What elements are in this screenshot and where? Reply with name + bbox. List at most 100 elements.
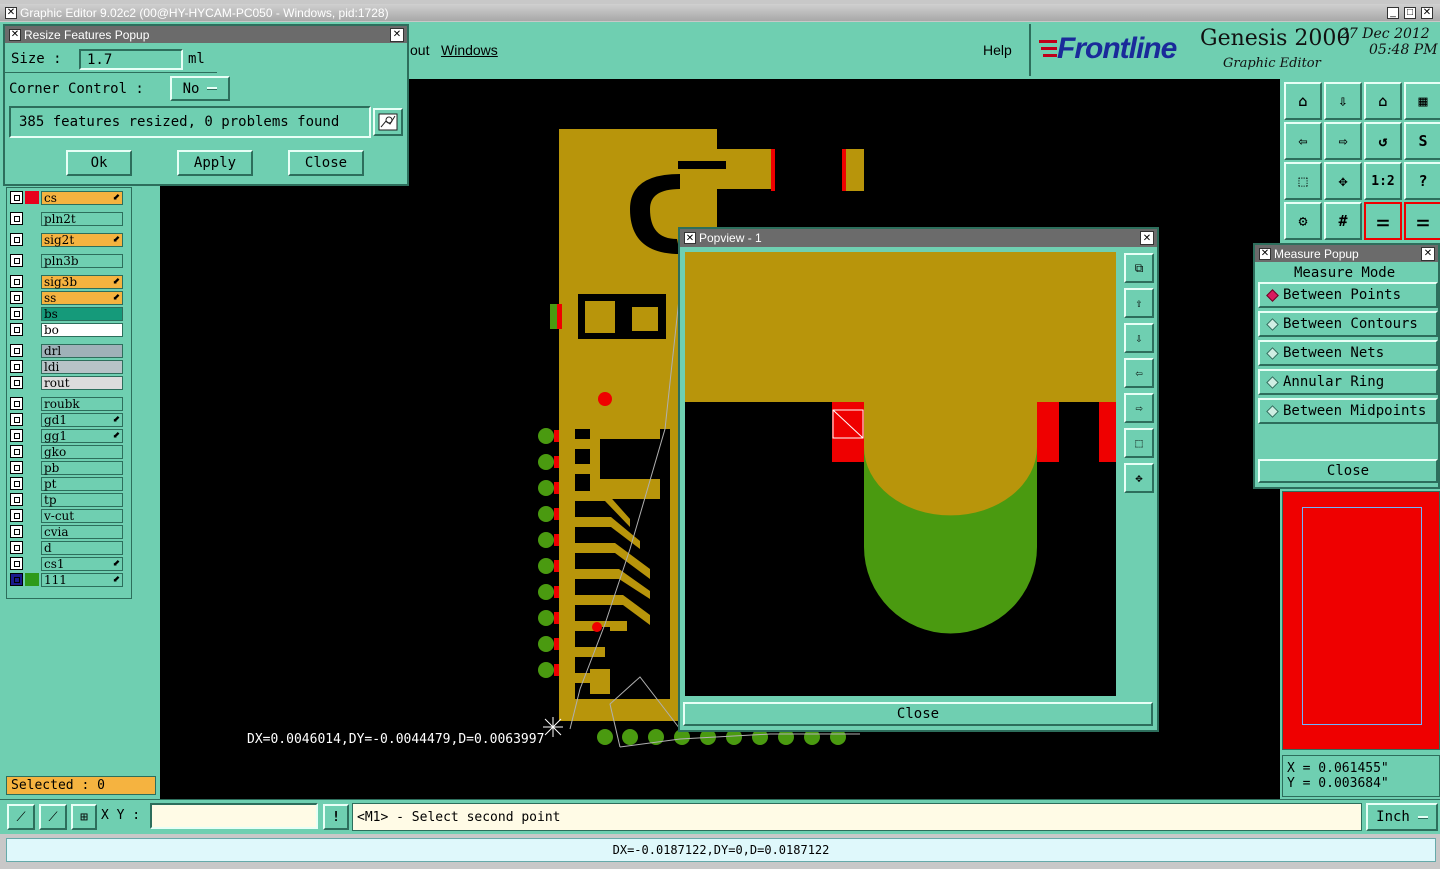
tools-icon[interactable]: ⚙ <box>1284 202 1322 240</box>
layer-color-swatch[interactable] <box>25 397 39 410</box>
measure-option-between-nets[interactable]: Between Nets <box>1258 340 1438 366</box>
layer-row-ldi[interactable]: ldi <box>10 359 128 374</box>
corner-control-select[interactable]: No <box>170 76 230 101</box>
close-button[interactable]: Close <box>288 150 364 176</box>
measure-close-button[interactable]: Close <box>1258 459 1438 483</box>
apply-button[interactable]: Apply <box>177 150 253 176</box>
layer-row-v-cut[interactable]: v-cut <box>10 508 128 523</box>
layer-checkbox[interactable] <box>10 212 23 225</box>
popview-zoom-icon[interactable]: ⧉ <box>1124 253 1154 283</box>
xy-input[interactable] <box>150 803 318 829</box>
popview-up-icon[interactable]: ⇧ <box>1124 288 1154 318</box>
layer-checkbox[interactable] <box>10 291 23 304</box>
layer-name[interactable]: rout <box>41 375 123 390</box>
layer-name[interactable]: 111 ⬋ <box>41 572 123 587</box>
layer-color-swatch[interactable] <box>25 275 39 288</box>
layer-checkbox[interactable] <box>10 360 23 373</box>
layer-checkbox[interactable] <box>10 275 23 288</box>
layer-name[interactable]: gko <box>41 444 123 459</box>
grid-snap-icon[interactable]: ⊞ <box>71 804 97 830</box>
layer-checkbox[interactable] <box>10 493 23 506</box>
layer-row-tp[interactable]: tp <box>10 492 128 507</box>
layer-name[interactable]: cs1 ⬋ <box>41 556 123 571</box>
layer-row-bo[interactable]: bo <box>10 322 128 337</box>
overview-viewport[interactable] <box>1302 507 1422 725</box>
layer-checkbox[interactable] <box>10 429 23 442</box>
layer-row-pln3b[interactable]: pln3b <box>10 253 128 268</box>
layer-row-rout[interactable]: rout <box>10 375 128 390</box>
scale-one-to-two-icon[interactable]: 1:2 <box>1364 162 1402 200</box>
snap-icon[interactable]: ⟋ <box>7 804 35 830</box>
layer-color-swatch[interactable] <box>25 307 39 320</box>
layer-checkbox[interactable] <box>10 413 23 426</box>
layer-checkbox[interactable] <box>10 376 23 389</box>
layer-checkbox[interactable] <box>10 509 23 522</box>
unit-select[interactable]: Inch <box>1366 803 1438 831</box>
layer-row-gd1[interactable]: gd1 ⬋ <box>10 412 128 427</box>
layer-row-cvia[interactable]: cvia <box>10 524 128 539</box>
report-icon-button[interactable] <box>373 108 403 136</box>
layer-name[interactable]: drl <box>41 343 123 358</box>
layer-color-swatch[interactable] <box>25 360 39 373</box>
layers-active-icon[interactable]: ⚌ <box>1364 202 1402 240</box>
layer-checkbox[interactable] <box>10 233 23 246</box>
layer-color-swatch[interactable] <box>25 493 39 506</box>
layer-color-swatch[interactable] <box>25 233 39 246</box>
measure-tool-icon[interactable]: ⟋ <box>39 804 67 830</box>
grid-icon[interactable]: # <box>1324 202 1362 240</box>
pan-left-icon[interactable]: ⇦ <box>1284 122 1322 160</box>
layer-color-swatch[interactable] <box>25 557 39 570</box>
menu-item-windows[interactable]: Windows <box>441 42 498 58</box>
window-layout-icon[interactable]: ▦ <box>1404 82 1440 120</box>
layer-checkbox[interactable] <box>10 525 23 538</box>
resize-popup-close-icon[interactable]: ✕ <box>390 27 404 42</box>
pan-right-icon[interactable]: ⇨ <box>1324 122 1362 160</box>
popview-left-icon[interactable]: ⇦ <box>1124 358 1154 388</box>
layer-row-drl[interactable]: drl <box>10 343 128 358</box>
layer-checkbox[interactable] <box>10 397 23 410</box>
measure-option-between-contours[interactable]: Between Contours <box>1258 311 1438 337</box>
popview-center-icon[interactable]: ✥ <box>1124 463 1154 493</box>
layer-checkbox[interactable] <box>10 191 23 204</box>
popview-fit-icon[interactable]: ⬚ <box>1124 428 1154 458</box>
popview-close-button[interactable]: Close <box>683 702 1153 726</box>
layer-name[interactable]: pln2t <box>41 211 123 226</box>
layer-checkbox[interactable] <box>10 254 23 267</box>
layer-color-swatch[interactable] <box>25 254 39 267</box>
layer-name[interactable]: ldi <box>41 359 123 374</box>
layer-checkbox[interactable] <box>10 573 23 586</box>
layer-color-swatch[interactable] <box>25 429 39 442</box>
snake-route-icon[interactable]: S <box>1404 122 1440 160</box>
layer-checkbox[interactable] <box>10 344 23 357</box>
layer-name[interactable]: roubk <box>41 396 123 411</box>
layer-row-d[interactable]: d <box>10 540 128 555</box>
measure-option-annular-ring[interactable]: Annular Ring <box>1258 369 1438 395</box>
layer-row-cs1[interactable]: cs1 ⬋ <box>10 556 128 571</box>
layer-row-111[interactable]: 111 ⬋ <box>10 572 128 587</box>
layer-name[interactable]: pb <box>41 460 123 475</box>
layer-color-swatch[interactable] <box>25 323 39 336</box>
zoom-home-icon[interactable]: ⌂ <box>1284 82 1322 120</box>
zoom-fit-icon[interactable]: ⬚ <box>1284 162 1322 200</box>
popview-down-icon[interactable]: ⇩ <box>1124 323 1154 353</box>
popview-right-icon[interactable]: ⇨ <box>1124 393 1154 423</box>
layers-edit-icon[interactable]: ⚌ <box>1404 202 1440 240</box>
overview-map[interactable] <box>1282 491 1440 750</box>
ok-button[interactable]: Ok <box>66 150 132 176</box>
measure-popup-close-icon[interactable]: ✕ <box>1421 246 1435 261</box>
layer-name[interactable]: d <box>41 540 123 555</box>
layer-checkbox[interactable] <box>10 445 23 458</box>
layer-color-swatch[interactable] <box>25 376 39 389</box>
layer-name[interactable]: bo <box>41 322 123 337</box>
layer-color-swatch[interactable] <box>25 445 39 458</box>
house-icon[interactable]: ⌂ <box>1364 82 1402 120</box>
measure-option-between-midpoints[interactable]: Between Midpoints <box>1258 398 1438 424</box>
help-icon[interactable]: ? <box>1404 162 1440 200</box>
layer-row-roubk[interactable]: roubk <box>10 396 128 411</box>
layer-checkbox[interactable] <box>10 461 23 474</box>
layer-color-swatch[interactable] <box>25 413 39 426</box>
layer-name[interactable]: cvia <box>41 524 123 539</box>
layer-name[interactable]: v-cut <box>41 508 123 523</box>
layer-color-swatch[interactable] <box>25 525 39 538</box>
size-input[interactable]: 1.7 <box>79 49 183 70</box>
